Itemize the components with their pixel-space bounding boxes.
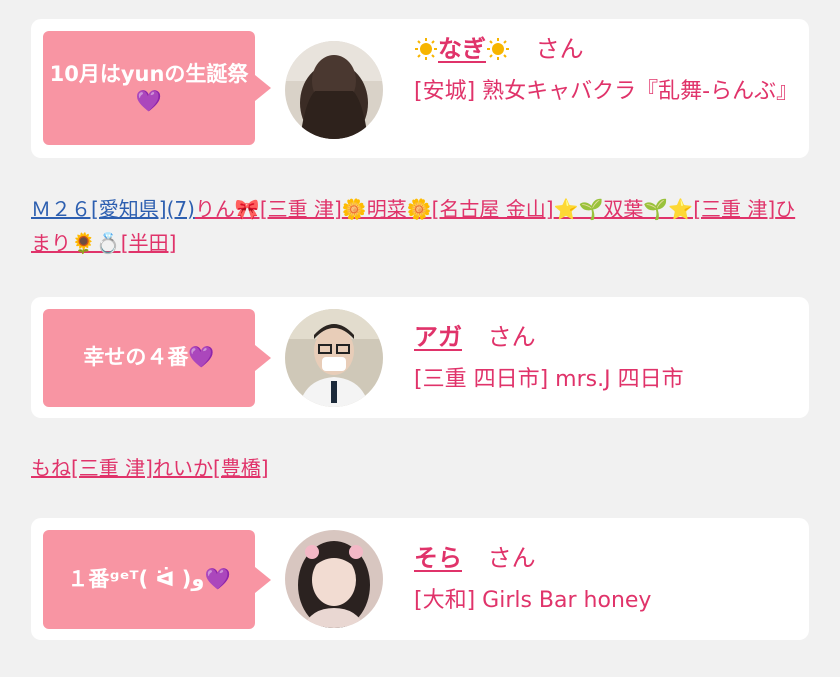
honorific: さん [487,544,536,572]
cast-link[interactable]: Ｍ２６[愛知県](7) [31,197,195,221]
shop-name: [三重 四日市] mrs.J 四日市 [414,367,684,392]
entry-info: そら さん [大和] Girls Bar honey [414,540,789,620]
avatar[interactable] [285,309,383,407]
avatar[interactable] [285,41,383,139]
cast-link[interactable]: 🌼明菜🌼[名古屋 金山] [342,197,554,221]
cast-link-list: Ｍ２６[愛知県](7)りん🎀[三重 津]🌼明菜🌼[名古屋 金山]⭐️🌱双葉🌱⭐️… [31,192,809,260]
message-bubble: 10月はyunの生誕祭💜 [43,31,271,145]
message-card: 幸せの４番💜 アガ さん [三重 四日市] mrs.J 四日市 [31,297,809,418]
cast-link-list: もね[三重 津]れいか[豊橋] [31,451,809,485]
sun-icon [486,35,510,60]
shop-name: [大和] Girls Bar honey [414,588,652,613]
shop-name: [安城] 熟女キャバクラ『乱舞-らんぶ』 [414,79,799,104]
honorific: さん [535,35,584,63]
cast-name-link[interactable]: アガ [414,323,462,351]
avatar[interactable] [285,530,383,628]
message-text: 幸せの４番💜 [83,345,215,370]
cast-link[interactable]: ⭐️🌱双葉🌱⭐️[三重 津] [554,197,776,221]
message-bubble: 幸せの４番💜 [43,309,271,407]
message-text: １番ᵍᵉᵀ( ᐛ )و💜 [67,566,231,591]
cast-link[interactable]: れいか[豊橋] [153,456,269,480]
message-card: １番ᵍᵉᵀ( ᐛ )و💜 そら さん [大和] Girls Bar honey [31,518,809,640]
message-text: 10月はyunの生誕祭💜 [49,61,249,113]
cast-link[interactable]: もね[三重 津] [31,456,153,480]
sun-icon [414,35,438,60]
honorific: さん [487,323,536,351]
cast-name-link[interactable]: そら [414,544,462,572]
entry-info: なぎ さん [安城] 熟女キャバクラ『乱舞-らんぶ』 [414,31,799,111]
cast-name-link[interactable]: なぎ [438,35,486,63]
message-bubble: １番ᵍᵉᵀ( ᐛ )و💜 [43,530,271,629]
page: 10月はyunの生誕祭💜 なぎ さん [安城] 熟女キャバクラ『乱舞-らんぶ』 [0,0,840,677]
cast-link[interactable]: りん🎀[三重 津] [195,197,342,221]
entry-info: アガ さん [三重 四日市] mrs.J 四日市 [414,319,789,399]
message-card: 10月はyunの生誕祭💜 なぎ さん [安城] 熟女キャバクラ『乱舞-らんぶ』 [31,19,809,158]
